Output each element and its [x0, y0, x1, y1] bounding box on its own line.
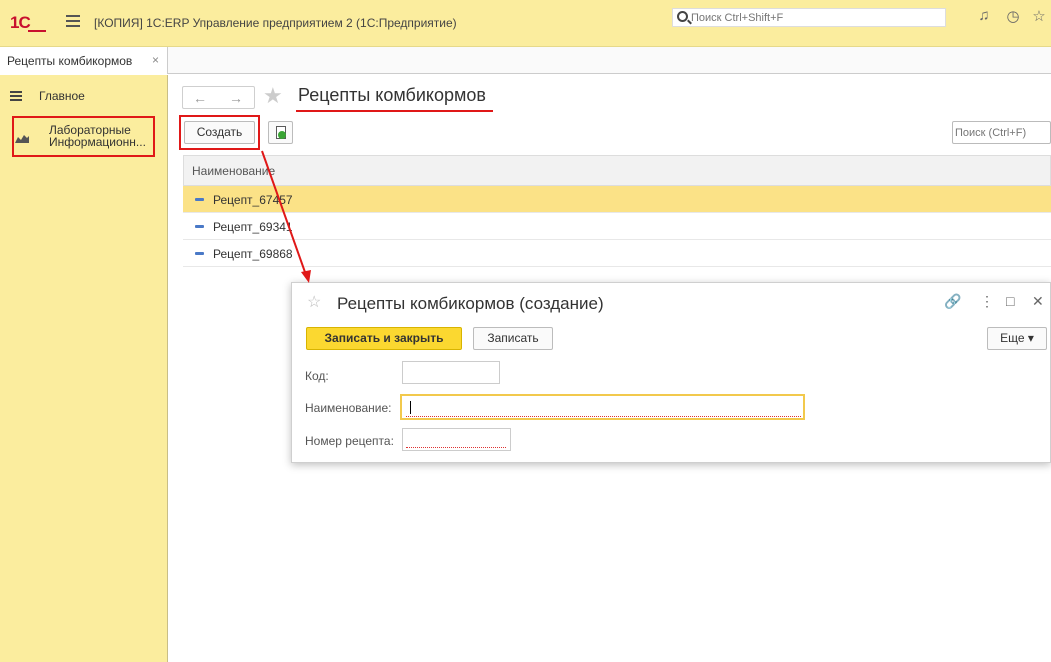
sections-sidebar: Главное Лабораторные Информационн...	[0, 75, 168, 662]
column-header-name[interactable]: Наименование	[183, 155, 1051, 186]
global-search-input[interactable]	[691, 10, 931, 25]
name-label: Наименование:	[305, 401, 392, 415]
link-icon[interactable]: 🔗	[944, 293, 961, 310]
copy-button[interactable]	[268, 121, 293, 144]
required-underline	[406, 416, 801, 417]
row-name: Рецепт_69341	[213, 220, 293, 234]
global-search[interactable]	[672, 8, 946, 27]
history-icon[interactable]: ◷	[1004, 7, 1022, 25]
save-and-close-button[interactable]: Записать и закрыть	[306, 327, 462, 350]
code-label: Код:	[305, 369, 329, 383]
table-row[interactable]: Рецепт_69341	[183, 213, 1051, 240]
sidebar-item-label: Главное	[39, 89, 85, 103]
required-underline	[406, 447, 506, 448]
more-button[interactable]: Еще ▾	[987, 327, 1047, 350]
bell-icon[interactable]: ♫	[975, 7, 993, 24]
name-field[interactable]	[400, 394, 805, 420]
tab-strip: Рецепты комбикормов ×	[0, 47, 1051, 74]
recipes-table: Наименование Рецепт_67457 Рецепт_69341 Р…	[183, 155, 1051, 267]
table-row[interactable]: Рецепт_67457	[183, 186, 1051, 213]
close-icon[interactable]: ✕	[1032, 293, 1044, 310]
tab-close-icon[interactable]: ×	[152, 53, 159, 67]
app-title: [КОПИЯ] 1С:ERP Управление предприятием 2…	[94, 16, 457, 30]
table-row[interactable]: Рецепт_69868	[183, 240, 1051, 267]
tab-label: Рецепты комбикормов	[7, 54, 133, 68]
1c-logo[interactable]: 1С	[10, 13, 46, 33]
back-arrow-icon[interactable]: ←	[193, 90, 207, 106]
add-icon	[278, 131, 286, 139]
code-field[interactable]	[402, 361, 500, 384]
text-caret	[410, 401, 411, 414]
maximize-icon[interactable]: □	[1006, 293, 1014, 309]
title-underline	[296, 110, 493, 112]
item-marker-icon	[195, 198, 204, 201]
list-icon	[10, 91, 22, 103]
nav-buttons: ← →	[182, 86, 255, 109]
list-search[interactable]	[952, 121, 1051, 144]
item-marker-icon	[195, 225, 204, 228]
recipe-number-label: Номер рецепта:	[305, 434, 394, 448]
search-icon	[677, 11, 688, 22]
forward-arrow-icon[interactable]: →	[229, 90, 243, 106]
tab-recipes[interactable]: Рецепты комбикормов ×	[0, 47, 168, 74]
title-bar: 1С [КОПИЯ] 1С:ERP Управление предприятие…	[0, 0, 1051, 47]
favorite-star-icon[interactable]: ★	[263, 83, 283, 109]
main-menu-icon[interactable]	[66, 15, 80, 27]
favorite-star-icon[interactable]: ☆	[307, 292, 321, 312]
sidebar-highlight-frame	[12, 116, 155, 157]
page-title: Рецепты комбикормов	[298, 85, 486, 105]
recipe-number-field[interactable]	[402, 428, 511, 451]
item-marker-icon	[195, 252, 204, 255]
row-name: Рецепт_69868	[213, 247, 293, 261]
create-dialog: ☆ Рецепты комбикормов (создание) 🔗 ⋮ □ ✕…	[291, 282, 1051, 463]
more-vertical-icon[interactable]: ⋮	[980, 293, 994, 310]
list-search-input[interactable]	[955, 123, 1050, 142]
create-highlight-frame	[179, 115, 260, 150]
row-name: Рецепт_67457	[213, 193, 293, 207]
favorites-star-icon[interactable]: ☆	[1030, 7, 1048, 25]
dialog-title: Рецепты комбикормов (создание)	[337, 294, 604, 313]
save-button[interactable]: Записать	[473, 327, 553, 350]
